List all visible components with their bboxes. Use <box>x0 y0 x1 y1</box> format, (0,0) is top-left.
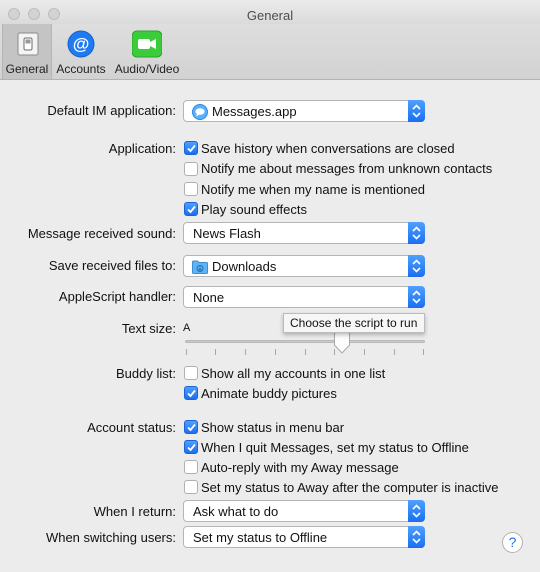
video-camera-icon <box>131 30 163 58</box>
tab-accounts-label: Accounts <box>56 62 106 76</box>
slider-tick <box>364 349 365 355</box>
show-all-accounts-label: Show all my accounts in one list <box>201 366 386 381</box>
when-return-label: When I return: <box>93 504 176 519</box>
message-sound-popup[interactable]: News Flash <box>183 222 425 244</box>
default-im-popup[interactable]: Messages.app <box>183 100 425 122</box>
chevron-updown-icon <box>408 500 425 522</box>
applescript-popup[interactable]: None <box>183 286 425 308</box>
chevron-updown-icon <box>408 526 425 548</box>
switch-icon <box>14 30 42 58</box>
tab-general-label: General <box>5 62 49 76</box>
messages-app-icon <box>192 104 208 123</box>
save-files-value: Downloads <box>212 259 277 274</box>
slider-tick <box>423 349 424 355</box>
auto-reply-label: Auto-reply with my Away message <box>201 460 399 475</box>
when-return-popup[interactable]: Ask what to do <box>183 500 425 522</box>
svg-text:@: @ <box>73 35 90 54</box>
folder-icon <box>192 260 208 277</box>
play-sounds-checkbox[interactable] <box>184 202 198 216</box>
at-sign-icon: @ <box>67 30 95 58</box>
switching-users-label: When switching users: <box>45 530 176 545</box>
slider-tick <box>394 349 395 355</box>
save-files-popup[interactable]: Downloads <box>183 255 425 277</box>
help-button[interactable]: ? <box>502 532 523 553</box>
status-menu-bar-label: Show status in menu bar <box>201 420 345 435</box>
away-inactive-checkbox[interactable] <box>184 480 198 494</box>
tab-accounts[interactable]: @ Accounts <box>53 24 109 79</box>
applescript-label: AppleScript handler: <box>58 289 176 304</box>
text-size-small-glyph: A <box>183 322 191 334</box>
message-sound-value: News Flash <box>193 226 261 241</box>
default-im-label: Default IM application: <box>47 103 176 118</box>
slider-tick <box>305 349 306 355</box>
message-sound-label: Message received sound: <box>27 226 176 241</box>
application-label: Application: <box>108 141 176 156</box>
default-im-value: Messages.app <box>212 104 297 119</box>
status-menu-bar-checkbox[interactable] <box>184 420 198 434</box>
switching-users-popup[interactable]: Set my status to Offline <box>183 526 425 548</box>
tab-audio-video-label: Audio/Video <box>114 62 180 76</box>
animate-pictures-label: Animate buddy pictures <box>201 386 337 401</box>
chevron-updown-icon <box>408 100 425 122</box>
chevron-updown-icon <box>408 286 425 308</box>
slider-tick <box>245 349 246 355</box>
text-size-label: Text size: <box>121 321 176 336</box>
save-files-label: Save received files to: <box>48 258 176 273</box>
notify-unknown-checkbox[interactable] <box>184 162 198 176</box>
chevron-updown-icon <box>408 222 425 244</box>
applescript-value: None <box>193 290 225 305</box>
show-all-accounts-checkbox[interactable] <box>184 366 198 380</box>
switching-users-value: Set my status to Offline <box>193 530 328 545</box>
save-history-label: Save history when conversations are clos… <box>201 141 455 156</box>
text-size-slider-knob[interactable] <box>333 332 351 357</box>
buddy-list-label: Buddy list: <box>116 366 176 381</box>
animate-pictures-checkbox[interactable] <box>184 386 198 400</box>
away-inactive-label: Set my status to Away after the computer… <box>201 480 499 495</box>
quit-offline-checkbox[interactable] <box>184 440 198 454</box>
text-size-slider-track[interactable] <box>185 340 425 343</box>
quit-offline-label: When I quit Messages, set my status to O… <box>201 440 469 455</box>
play-sounds-label: Play sound effects <box>201 202 307 217</box>
preferences-window: General General @ Accounts Audio/Video D… <box>0 0 540 572</box>
chevron-updown-icon <box>408 255 425 277</box>
tab-audio-video[interactable]: Audio/Video <box>110 24 184 79</box>
save-history-checkbox[interactable] <box>184 141 198 155</box>
notify-name-label: Notify me when my name is mentioned <box>201 182 425 197</box>
auto-reply-checkbox[interactable] <box>184 460 198 474</box>
applescript-tooltip: Choose the script to run <box>283 313 425 333</box>
slider-tick <box>275 349 276 355</box>
account-status-label: Account status: <box>87 420 176 435</box>
notify-name-checkbox[interactable] <box>184 182 198 196</box>
when-return-value: Ask what to do <box>193 504 279 519</box>
slider-tick <box>215 349 216 355</box>
tab-general[interactable]: General <box>2 24 52 79</box>
preferences-toolbar: General @ Accounts Audio/Video <box>0 24 540 80</box>
slider-tick <box>186 349 187 355</box>
notify-unknown-label: Notify me about messages from unknown co… <box>201 161 493 176</box>
window-title: General <box>246 8 294 23</box>
